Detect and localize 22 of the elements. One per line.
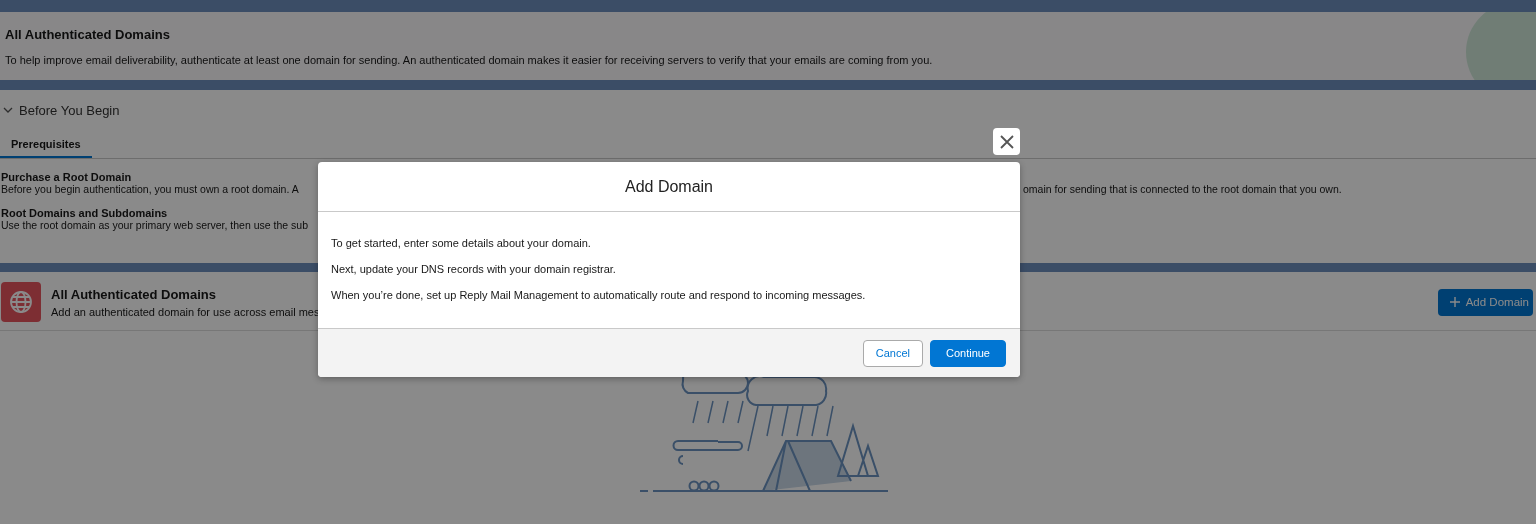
continue-button[interactable]: Continue [929, 339, 1006, 367]
section-toggle[interactable]: Before You Begin [0, 100, 120, 120]
section-title: Purchase a Root Domain [1, 171, 133, 183]
list-description: Add an authenticated domain for use across email mes [51, 305, 320, 318]
add-domain-button[interactable]: Add Domain [1437, 288, 1533, 316]
dialog-text: To get started, enter some details about your domain. [331, 237, 592, 249]
cancel-button[interactable]: Cancel [862, 339, 923, 367]
dialog-title: Add Domain [318, 162, 1020, 212]
section-title: Root Domains and Subdomains [1, 207, 169, 219]
page-title: All Authenticated Domains [5, 26, 171, 42]
list-title: All Authenticated Domains [51, 286, 217, 302]
section-text: omain for sending that is connected to the root domain that you own. [1023, 183, 1343, 195]
section-text: Use the root domain as your primary web server, then use the sub [1, 219, 309, 231]
page-description: To help improve email deliverability, authenticate at least one domain for sending. An authenticated domain makes it easier for receiving servers to verify that your emails are coming from you. [5, 53, 934, 66]
dialog-text: When you’re done, set up Reply Mail Management to automatically route and respond to incoming messages. [331, 289, 867, 301]
close-icon [999, 134, 1014, 149]
section-text: Before you begin authentication, you must own a root domain. A [1, 183, 300, 195]
dialog-text: Next, update your DNS records with your domain registrar. [331, 263, 617, 275]
close-button[interactable] [993, 128, 1020, 155]
tab[interactable]: Prerequisites [0, 134, 92, 158]
chevron-icon [3, 105, 13, 115]
plus-icon [1449, 297, 1460, 307]
